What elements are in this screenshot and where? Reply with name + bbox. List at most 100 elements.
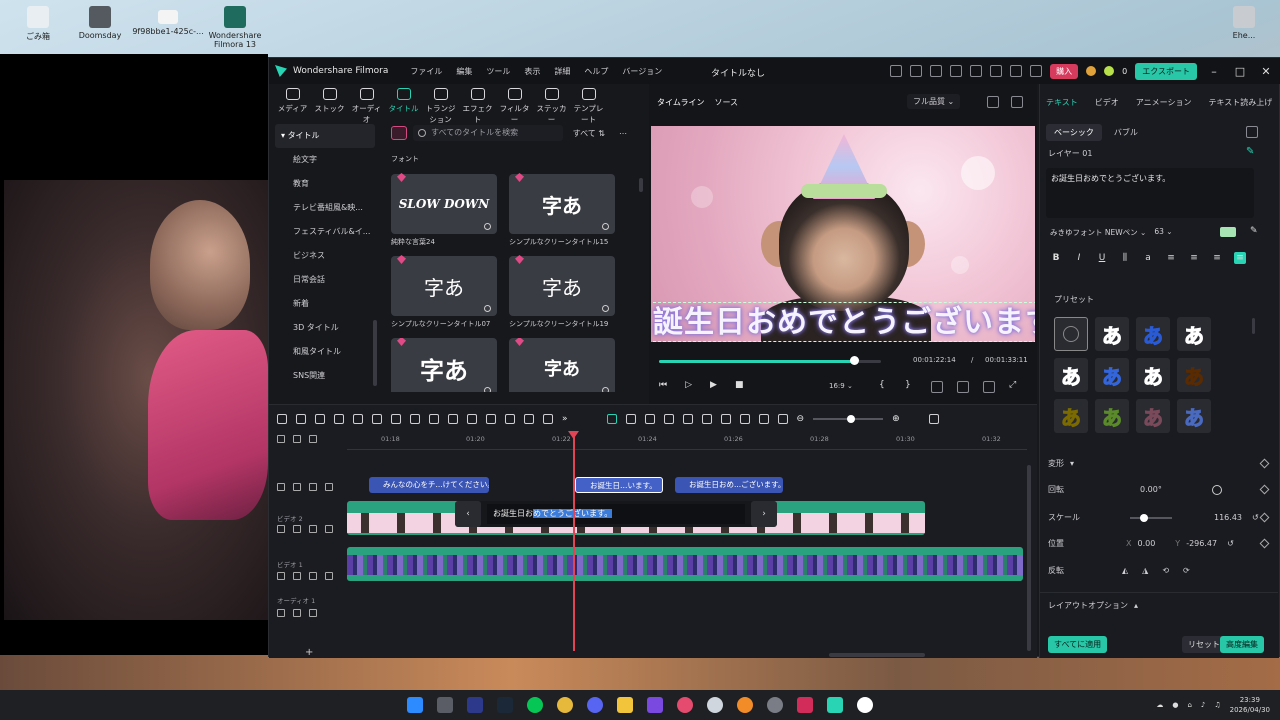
snapshot-icon[interactable]: [1011, 96, 1023, 108]
chat-icon[interactable]: [707, 697, 723, 713]
menu-version[interactable]: バージョン: [622, 66, 662, 77]
preview-progress-bar[interactable]: [659, 360, 881, 363]
lock-icon[interactable]: [277, 572, 285, 580]
keyframe-icon[interactable]: [1259, 458, 1270, 469]
edit-icon[interactable]: [309, 483, 317, 491]
scale-slider[interactable]: [1130, 513, 1172, 522]
shield-icon[interactable]: [625, 414, 636, 424]
ai-mate-icon[interactable]: [606, 414, 617, 424]
prev-caption-icon[interactable]: ‹: [455, 501, 481, 527]
preset-item[interactable]: あ: [1095, 358, 1129, 392]
menu-view[interactable]: 表示: [524, 66, 540, 77]
menu-tools[interactable]: ツール: [486, 66, 510, 77]
preset-item[interactable]: あ: [1177, 317, 1211, 351]
subtab-basic[interactable]: ベーシック: [1046, 124, 1102, 141]
preset-item[interactable]: あ: [1136, 317, 1170, 351]
sidebar-item-education[interactable]: 教育: [275, 172, 375, 196]
eyedropper-icon[interactable]: ✎: [1250, 226, 1258, 236]
edit-icon[interactable]: [309, 525, 317, 533]
reset-icon[interactable]: ↺: [1227, 539, 1234, 548]
subtab-bubble[interactable]: バブル: [1106, 124, 1146, 141]
cloud-icon[interactable]: ☁: [1156, 701, 1163, 709]
sidebar-item-emoji[interactable]: 絵文字: [275, 148, 375, 172]
tab-transitions[interactable]: トランジション: [423, 84, 458, 124]
rotate-ccw-icon[interactable]: ⟲: [1162, 566, 1169, 575]
preview-caption-text[interactable]: 誕生日おめでとうございます: [653, 302, 1035, 342]
crop-icon[interactable]: [410, 414, 420, 424]
share-icon[interactable]: [910, 65, 923, 77]
italic-icon[interactable]: I: [1073, 252, 1085, 264]
layout-options-header[interactable]: レイアウトオプション ▴: [1048, 600, 1268, 611]
scale-value[interactable]: 116.43: [1214, 513, 1242, 522]
volume-icon[interactable]: [983, 381, 995, 393]
timeline-v-scrollbar[interactable]: [1027, 465, 1031, 651]
tab-templates[interactable]: テンプレート: [571, 84, 606, 124]
sidebar-item-titles[interactable]: ▾ タイトル: [275, 124, 375, 148]
zoom-in-icon[interactable]: ⊕: [892, 414, 900, 424]
media-player-icon[interactable]: [857, 697, 873, 713]
export-frame-icon[interactable]: [644, 414, 655, 424]
title-card[interactable]: 字あ: [509, 338, 615, 392]
title-card[interactable]: 字あ シンプルなクリーンタイトル19: [509, 255, 615, 329]
download-icon[interactable]: [484, 305, 491, 312]
underline-icon[interactable]: U: [1096, 252, 1108, 264]
ratio-select[interactable]: 16:9 ⌄: [829, 382, 853, 390]
eye-icon[interactable]: [325, 572, 333, 580]
title-clip[interactable]: みんなの心をチ...けてください。: [369, 477, 489, 493]
zoom-out-icon[interactable]: ⊖: [797, 414, 805, 424]
add-track-icon[interactable]: +: [305, 647, 313, 658]
save-preset-icon[interactable]: [1246, 126, 1258, 138]
sidebar-item-sns[interactable]: SNS関連: [275, 364, 375, 388]
microphone-icon[interactable]: [720, 414, 731, 424]
eye-icon[interactable]: [325, 525, 333, 533]
desktop-shortcut-icon[interactable]: Ehe...: [1206, 6, 1280, 40]
download-icon[interactable]: [1010, 65, 1023, 77]
preset-item[interactable]: あ: [1177, 358, 1211, 392]
sidebar-item-new[interactable]: 新着: [275, 292, 375, 316]
progress-knob[interactable]: [850, 356, 860, 365]
tab-tts[interactable]: テキスト読み上げ: [1208, 97, 1272, 108]
zoom-slider[interactable]: [813, 415, 884, 423]
advanced-edit-button[interactable]: 高度編集: [1220, 636, 1264, 653]
more-icon[interactable]: ⋯: [615, 129, 631, 138]
preset-item[interactable]: あ: [1095, 399, 1129, 433]
coin-icon[interactable]: [737, 697, 753, 713]
pip-icon[interactable]: [777, 414, 788, 424]
rotate-value[interactable]: 0.00°: [1140, 485, 1162, 494]
tab-media[interactable]: メディア: [275, 84, 310, 120]
tab-video[interactable]: ビデオ: [1095, 97, 1119, 108]
preset-scrollbar[interactable]: [1252, 318, 1255, 334]
play-frame-icon[interactable]: ▷: [685, 380, 692, 390]
title-card[interactable]: 字あ シンプルなクリーンタイトル15: [509, 173, 615, 247]
mark-out-icon[interactable]: }: [905, 380, 911, 390]
audio-icon[interactable]: [293, 572, 301, 580]
save-icon[interactable]: [970, 65, 983, 77]
download-icon[interactable]: [602, 305, 609, 312]
position-x-value[interactable]: 0.00: [1137, 539, 1155, 548]
text-color-swatch[interactable]: [1220, 227, 1236, 237]
speed-icon[interactable]: [448, 414, 458, 424]
quality-select[interactable]: フル品質 ⌄: [907, 94, 961, 109]
vertical-text-icon[interactable]: ⫼: [1119, 252, 1131, 264]
tab-text[interactable]: テキスト: [1046, 97, 1078, 108]
file-icon[interactable]: 9f98bbe1-425c-...: [130, 6, 206, 36]
start-icon[interactable]: [407, 697, 423, 713]
tab-titles[interactable]: タイトル: [386, 84, 421, 120]
filmora-shortcut-icon[interactable]: Wondershare Filmora 13: [197, 6, 273, 49]
preset-item[interactable]: あ: [1054, 358, 1088, 392]
lips-icon[interactable]: [677, 697, 693, 713]
buy-button[interactable]: 購入: [1050, 63, 1079, 79]
replace-icon[interactable]: [758, 414, 769, 424]
filter-all-button[interactable]: すべて ⇅: [569, 128, 609, 139]
gift-icon[interactable]: [890, 65, 903, 77]
browser-scrollbar[interactable]: [639, 178, 643, 192]
more-tools-icon[interactable]: »: [562, 414, 568, 424]
menu-advanced[interactable]: 詳細: [554, 66, 570, 77]
tab-source[interactable]: ソース: [714, 97, 738, 108]
playhead[interactable]: [573, 433, 575, 651]
menu-file[interactable]: ファイル: [410, 66, 442, 77]
tab-stock[interactable]: ストック: [312, 84, 347, 120]
ai-edit-icon[interactable]: [429, 414, 439, 424]
keyframe-icon[interactable]: [1259, 484, 1270, 495]
keyframe-icon[interactable]: [1259, 538, 1270, 549]
